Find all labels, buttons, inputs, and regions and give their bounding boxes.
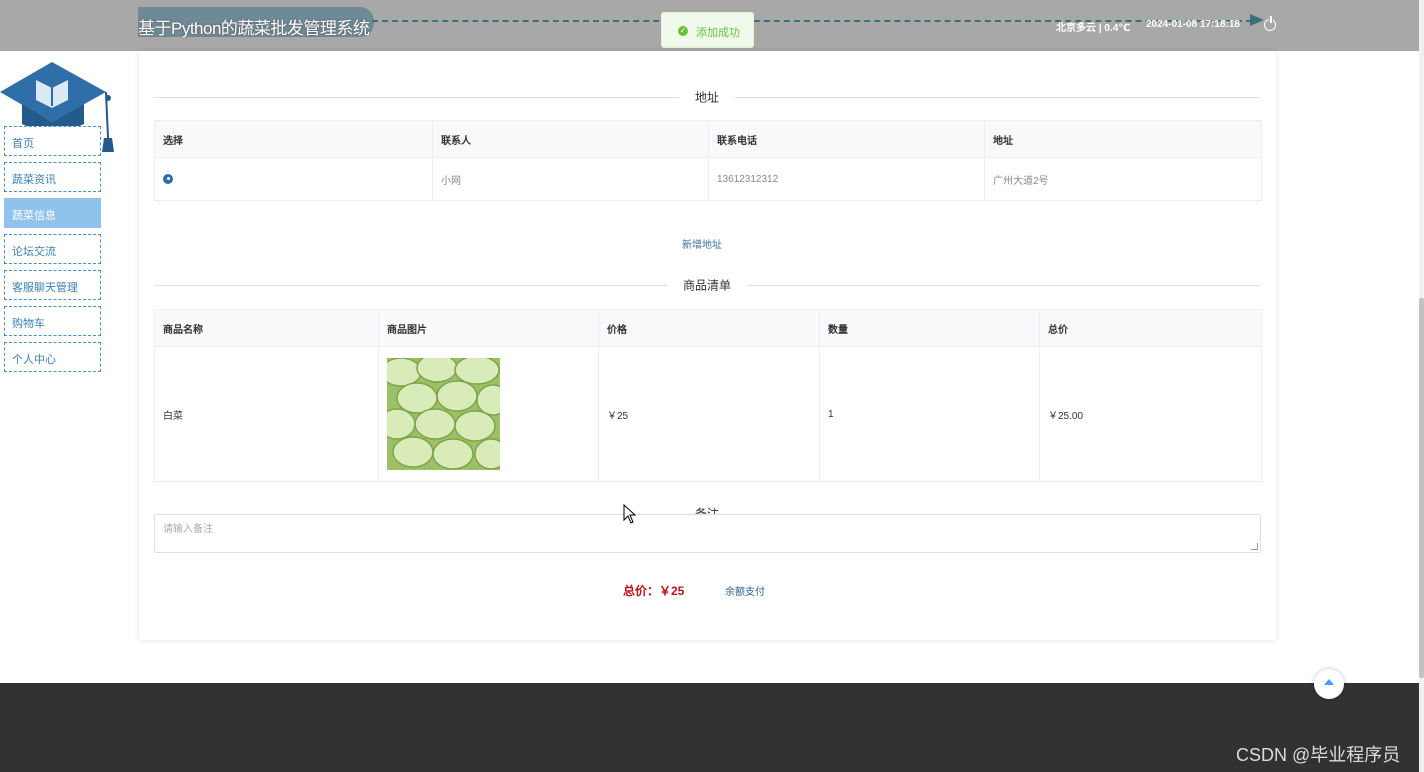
power-icon[interactable] [1264,16,1276,31]
address-table-header: 选择 联系人 联系电话 地址 [154,120,1262,158]
column-header: 总价 [1039,309,1262,347]
order-card: 地址 选择 联系人 联系电话 地址 小网 13612312312 广州大道2号 … [139,51,1276,640]
sidebar-item-vegetable-info[interactable]: 蔬菜信息 [4,198,101,228]
page-footer [0,683,1419,772]
quantity-cell: 1 [819,346,1040,482]
column-header: 数量 [819,309,1040,347]
back-to-top-button[interactable] [1314,669,1344,699]
balance-pay-button[interactable]: 余额支付 [725,583,765,598]
column-header: 地址 [984,120,1262,158]
watermark-text: CSDN @毕业程序员 [1236,745,1401,765]
check-circle-icon: ✓ [678,26,688,36]
datetime-display: 2024-01-08 17:18:18 [1146,19,1240,30]
resize-handle-icon[interactable] [1251,543,1258,550]
product-image-cell [378,346,599,482]
column-header: 商品图片 [378,309,599,347]
contact-cell: 小网 [432,157,709,201]
sidebar-item-home[interactable]: 首页 [4,126,101,156]
total-cell: ￥25.00 [1039,346,1262,482]
remark-textarea[interactable]: 请输入备注 [154,514,1261,553]
column-header: 价格 [598,309,820,347]
price-cell: ￥25 [598,346,820,482]
mouse-cursor-icon [623,504,637,524]
column-header: 联系人 [432,120,709,158]
address-divider: 地址 [154,88,1260,106]
sidebar-item-forum[interactable]: 论坛交流 [4,234,101,264]
weather-info: 北京多云 | 0.4℃ [1056,23,1131,34]
column-header: 商品名称 [154,309,379,347]
success-toast: ✓ 添加成功 [661,12,754,48]
phone-cell: 13612312312 [708,157,985,201]
table-row: 白菜 ￥25 1 ￥25.00 [154,346,1262,482]
address-table: 选择 联系人 联系电话 地址 小网 13612312312 广州大道2号 [154,120,1262,201]
page-scrollbar[interactable] [1419,0,1424,772]
sidebar-item-profile[interactable]: 个人中心 [4,342,101,372]
goods-divider: 商品清单 [154,276,1260,294]
goods-section-title: 商品清单 [666,276,748,294]
address-radio[interactable] [163,173,173,184]
order-total: 总价：￥25 [623,584,685,598]
goods-table-header: 商品名称 商品图片 价格 数量 总价 [154,309,1262,347]
product-name-cell: 白菜 [154,346,379,482]
column-header: 选择 [154,120,433,158]
column-header: 联系电话 [708,120,985,158]
address-select-cell[interactable] [154,157,433,201]
toast-message: 添加成功 [696,27,740,39]
scrollbar-thumb[interactable] [1419,298,1424,678]
address-section-title: 地址 [678,88,736,106]
add-address-button[interactable]: 新增地址 [682,236,722,251]
sidebar-item-customer-chat[interactable]: 客服聊天管理 [4,270,101,300]
address-cell: 广州大道2号 [984,157,1262,201]
table-row[interactable]: 小网 13612312312 广州大道2号 [154,157,1262,201]
app-title: 基于Python的蔬菜批发管理系统 [138,19,370,38]
header-decoration-arrow [1250,14,1264,26]
goods-table: 商品名称 商品图片 价格 数量 总价 白菜 ￥25 1 ￥25.00 [154,309,1262,482]
sidebar-item-cart[interactable]: 购物车 [4,306,101,336]
cabbage-image [387,358,500,470]
sidebar-item-vegetable-news[interactable]: 蔬菜资讯 [4,162,101,192]
